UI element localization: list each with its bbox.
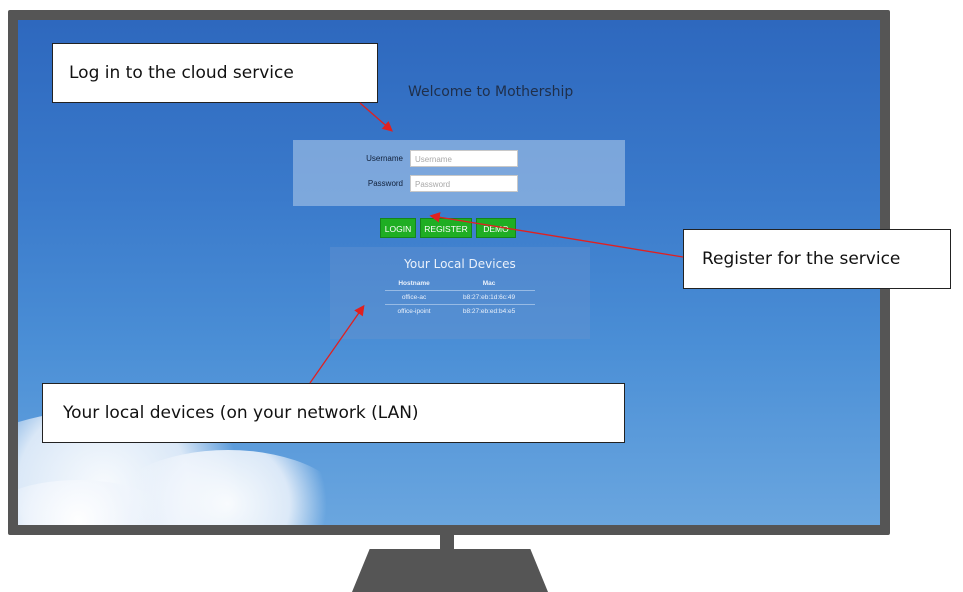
- login-form: Username Username Password Password: [293, 140, 625, 206]
- column-header-mac: Mac: [482, 280, 496, 287]
- column-header-hostname: Hostname: [398, 280, 430, 287]
- devices-table: Hostname Mac office-ac b8:27:eb:1d:6c:49…: [385, 277, 535, 318]
- register-button[interactable]: REGISTER: [420, 218, 472, 238]
- username-label: Username: [366, 154, 403, 163]
- local-devices-panel: Your Local Devices Hostname Mac office-a…: [330, 247, 590, 339]
- password-row: Password Password: [293, 175, 625, 195]
- password-input[interactable]: Password: [410, 175, 518, 192]
- device-mac: b8:27:eb:1d:6c:49: [443, 290, 535, 305]
- monitor-stand-base: [352, 549, 548, 592]
- table-row[interactable]: office-ac b8:27:eb:1d:6c:49: [385, 290, 535, 305]
- annotation-devices: Your local devices (on your network (LAN…: [42, 383, 625, 443]
- annotation-login: Log in to the cloud service: [52, 43, 378, 103]
- username-input[interactable]: Username: [410, 150, 518, 167]
- password-label: Password: [367, 179, 403, 188]
- demo-button[interactable]: DEMO: [476, 218, 516, 238]
- username-row: Username Username: [293, 150, 625, 170]
- device-mac: b8:27:eb:ed:b4:e5: [443, 304, 535, 318]
- table-row[interactable]: office-ipoint b8:27:eb:ed:b4:e5: [385, 304, 535, 318]
- table-header-row: Hostname Mac: [385, 277, 535, 291]
- annotation-register: Register for the service: [683, 229, 951, 289]
- devices-title: Your Local Devices: [404, 257, 516, 271]
- device-hostname: office-ac: [385, 290, 444, 305]
- page-title: Welcome to Mothership: [408, 84, 574, 100]
- login-button[interactable]: LOGIN: [380, 218, 416, 238]
- device-hostname: office-ipoint: [385, 304, 444, 318]
- monitor-stand-neck: [440, 535, 454, 549]
